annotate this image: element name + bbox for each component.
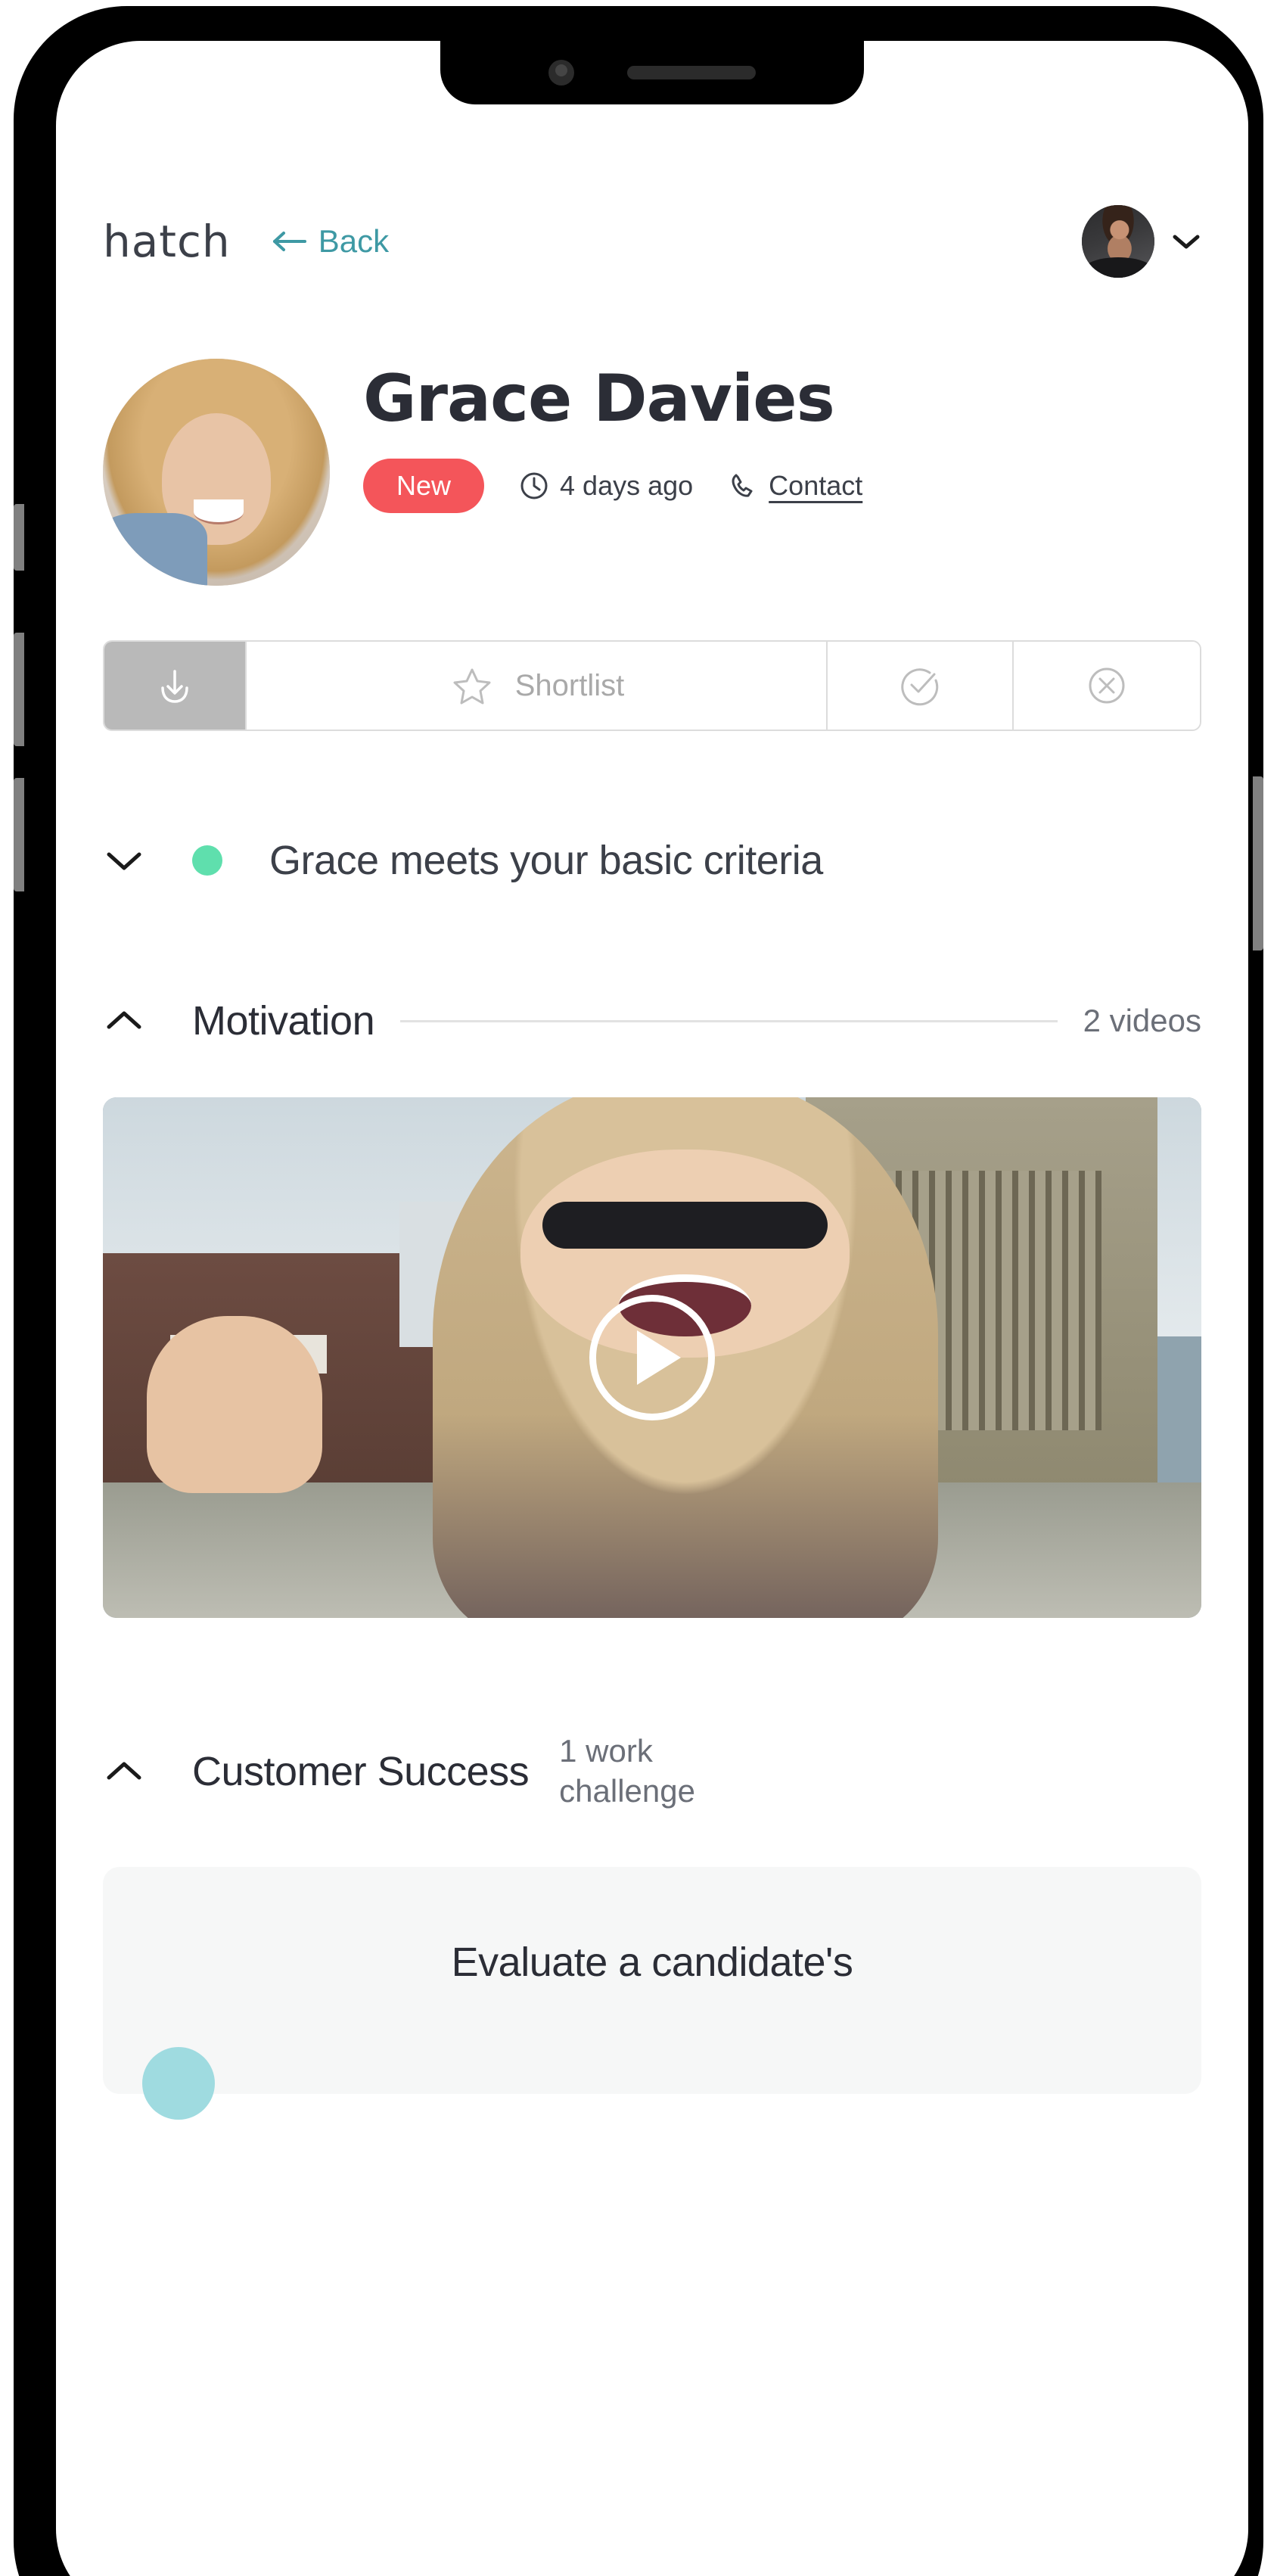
candidate-avatar[interactable]: [103, 359, 330, 586]
app-header: hatch Back: [86, 192, 1218, 291]
clock-icon: [520, 472, 548, 499]
work-challenge-accent-icon: [142, 2047, 215, 2120]
candidate-avatar-smile: [194, 499, 244, 524]
chevron-down-icon[interactable]: [1171, 232, 1201, 250]
phone-frame: hatch Back Grace Davies New 4 days ago C…: [14, 6, 1263, 2576]
phone-volume-up-button[interactable]: [14, 633, 24, 746]
phone-notch: [440, 41, 864, 104]
chevron-up-icon[interactable]: [103, 1759, 145, 1784]
section-header-customer-success[interactable]: Customer Success 1 work challenge: [103, 1731, 1201, 1811]
back-label: Back: [318, 223, 390, 259]
motivation-video-thumbnail[interactable]: [103, 1097, 1201, 1618]
x-circle-icon: [1089, 667, 1125, 704]
play-triangle: [637, 1330, 681, 1385]
account-menu[interactable]: [1082, 205, 1201, 278]
candidate-meta: New 4 days ago Contact: [363, 459, 862, 513]
section-title-customer-success: Customer Success: [192, 1748, 530, 1794]
work-challenge-card[interactable]: Evaluate a candidate's: [103, 1867, 1201, 2120]
applied-time-label: 4 days ago: [560, 470, 694, 501]
check-circle-icon: [901, 668, 939, 706]
back-button[interactable]: Back: [272, 223, 389, 260]
contact-label: Contact: [769, 470, 863, 501]
chevron-up-icon[interactable]: [103, 1008, 145, 1034]
download-icon: [161, 670, 188, 703]
candidate-avatar-jacket: [103, 513, 207, 586]
candidate-info: Grace Davies New 4 days ago Contact: [363, 359, 862, 513]
section-divider: [400, 1019, 1058, 1022]
candidate-header: Grace Davies New 4 days ago Contact: [86, 359, 1218, 586]
page-title: Grace Davies: [363, 361, 835, 437]
work-challenge-title: Evaluate a candidate's: [451, 1940, 853, 1985]
status-badge: New: [363, 459, 485, 513]
arrow-left-icon: [272, 232, 306, 251]
basic-criteria-row[interactable]: Grace meets your basic criteria: [103, 837, 1201, 884]
section-count-motivation: 2 videos: [1083, 1003, 1201, 1038]
front-camera-icon: [548, 60, 574, 86]
star-icon: [453, 668, 491, 705]
screenshot-stage: hatch Back Grace Davies New 4 days ago C…: [0, 0, 1277, 2576]
shortlist-label: Shortlist: [514, 668, 625, 702]
shortlist-button[interactable]: Shortlist: [247, 642, 828, 730]
reject-button[interactable]: [1014, 642, 1200, 730]
criteria-label: Grace meets your basic criteria: [269, 838, 823, 883]
app-content: hatch Back Grace Davies New 4 days ago C…: [56, 41, 1248, 2576]
video-subject-sunglasses: [542, 1201, 828, 1249]
video-subject-hand: [147, 1315, 323, 1493]
section-header-motivation[interactable]: Motivation 2 videos: [103, 997, 1201, 1044]
chevron-down-icon[interactable]: [103, 848, 145, 873]
section-count-customer-success: 1 work challenge: [559, 1733, 695, 1809]
phone-silent-switch[interactable]: [14, 504, 24, 571]
candidate-action-bar: Shortlist: [103, 640, 1201, 731]
earpiece-speaker-icon: [627, 66, 756, 79]
phone-screen: hatch Back Grace Davies New 4 days ago C…: [56, 41, 1248, 2576]
contact-link[interactable]: Contact: [728, 470, 862, 502]
hatch-logo[interactable]: hatch: [103, 216, 231, 267]
phone-power-button[interactable]: [1253, 776, 1263, 950]
criteria-status-dot: [192, 845, 222, 876]
play-icon[interactable]: [589, 1295, 715, 1420]
advance-button[interactable]: [828, 642, 1014, 730]
user-avatar[interactable]: [1082, 205, 1154, 278]
phone-volume-down-button[interactable]: [14, 778, 24, 891]
phone-icon: [732, 474, 753, 497]
section-title-motivation: Motivation: [192, 998, 375, 1044]
applied-time: 4 days ago: [519, 470, 693, 502]
download-button[interactable]: [104, 642, 247, 730]
